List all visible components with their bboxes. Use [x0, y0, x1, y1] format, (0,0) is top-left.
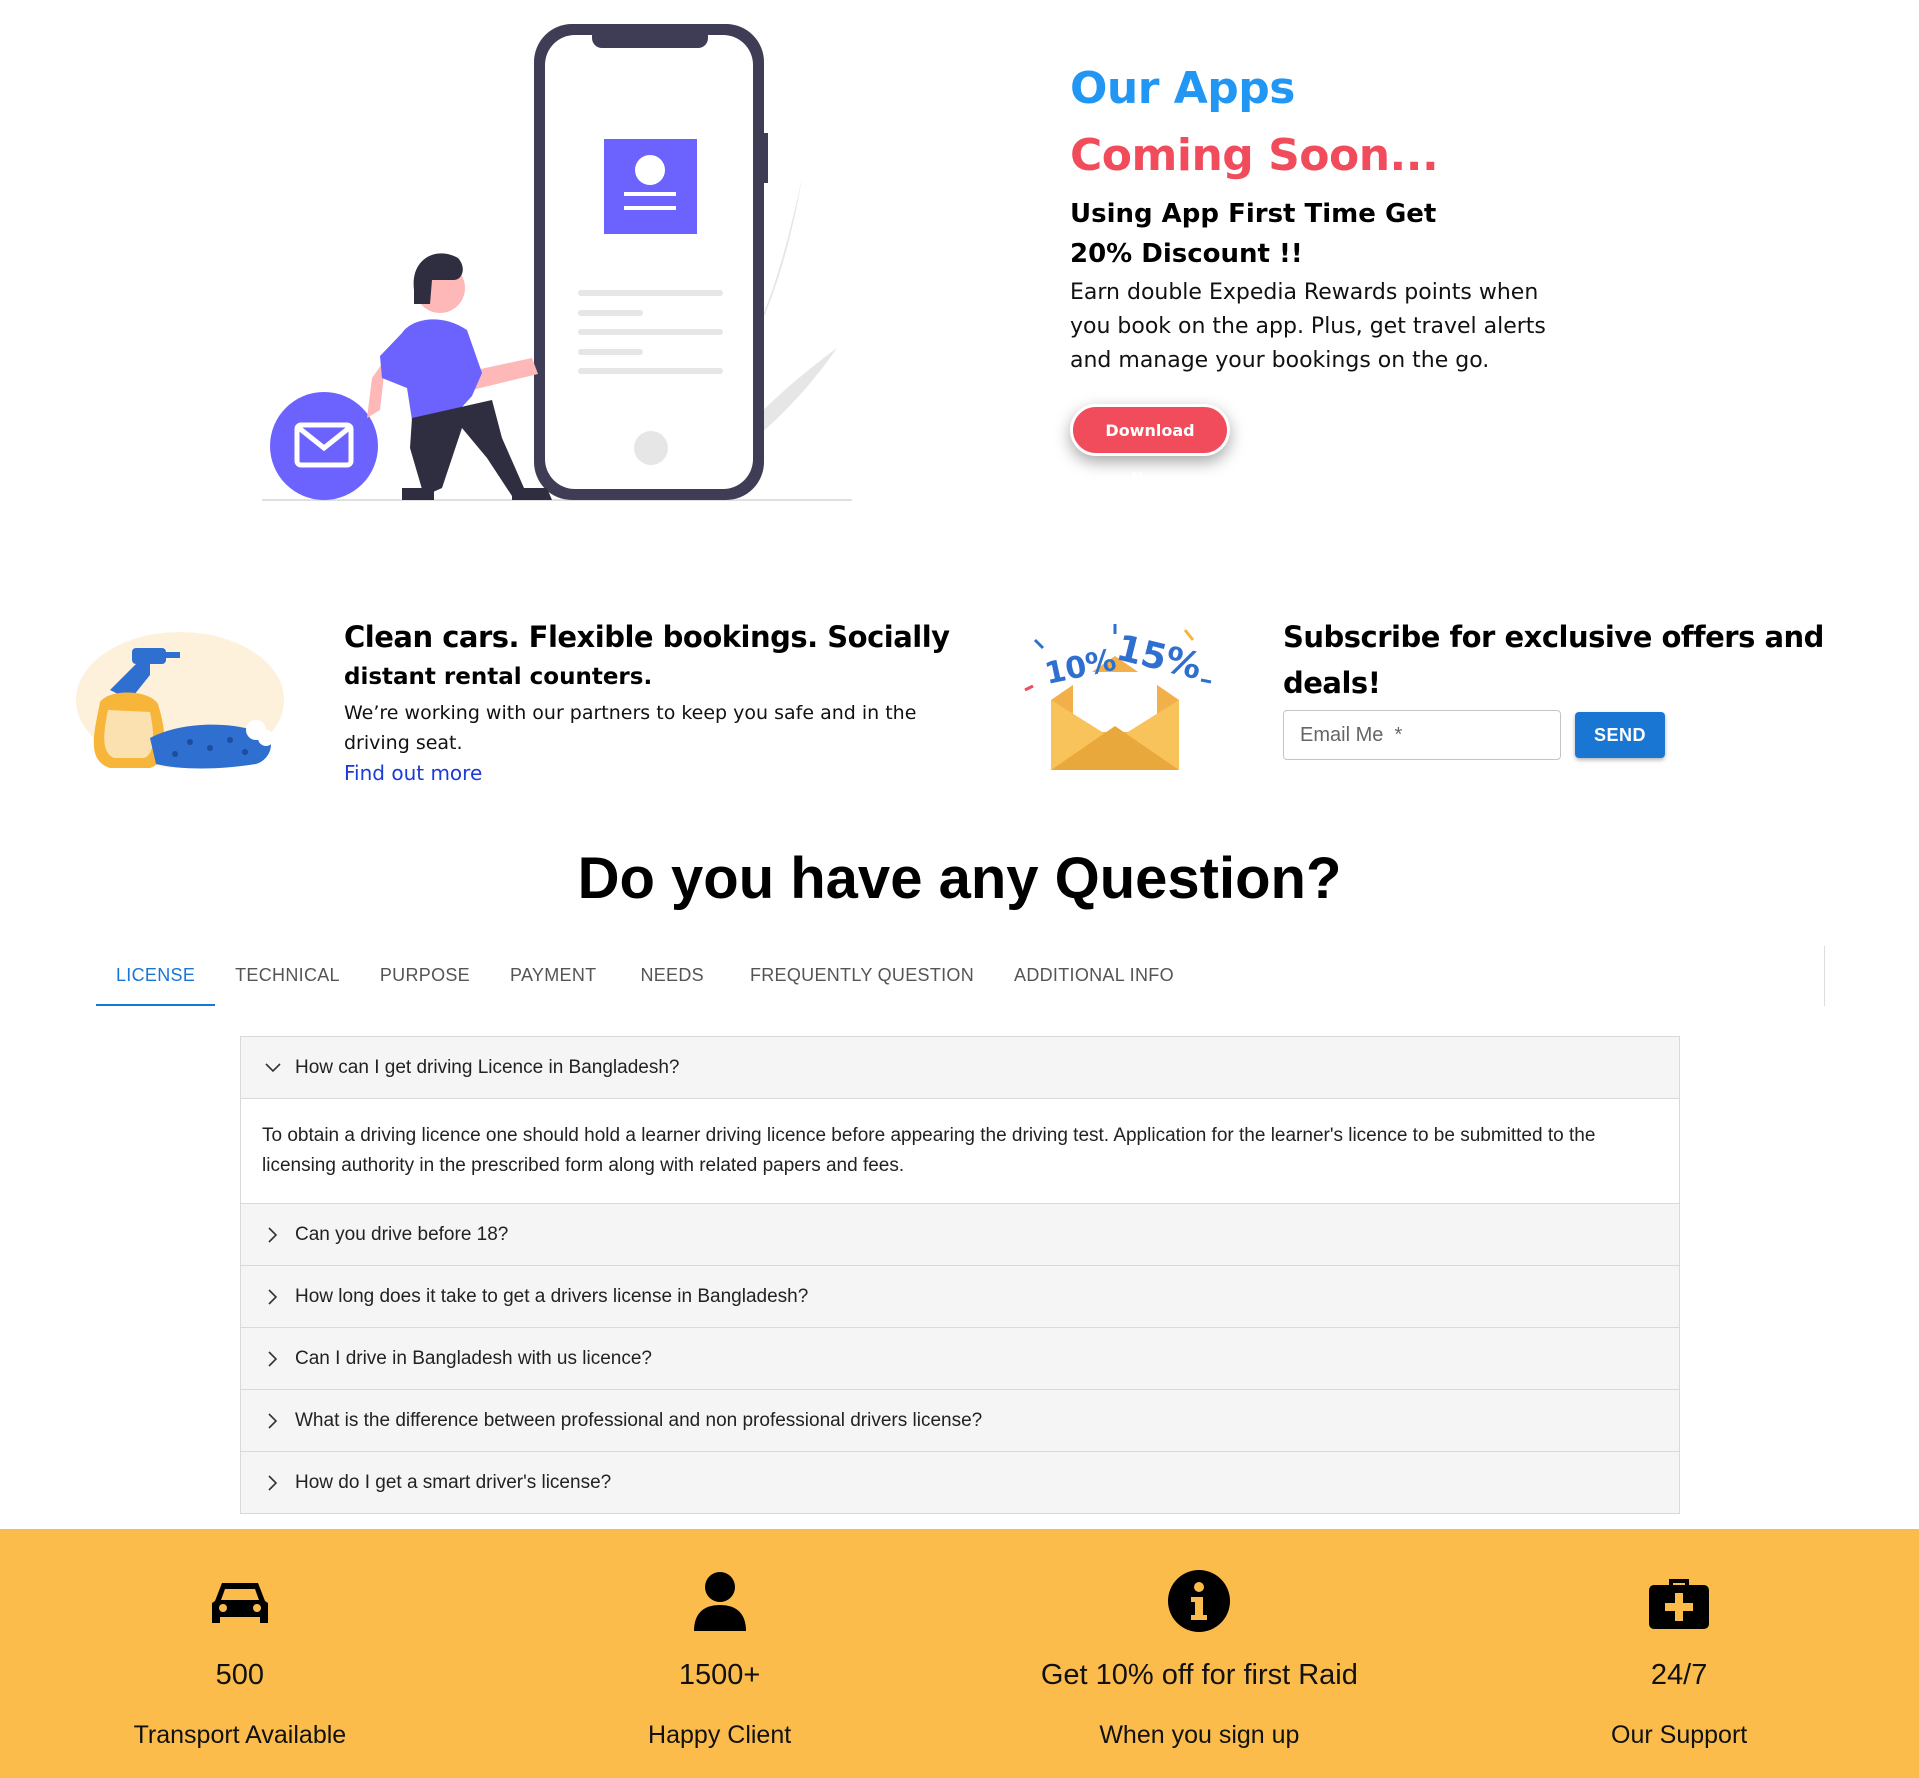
faq-question: Can I drive in Bangladesh with us licenc…	[295, 1347, 652, 1369]
stat-label: Our Support	[1611, 1721, 1748, 1749]
faq-accordion: How can I get driving Licence in Banglad…	[240, 1036, 1680, 1514]
clean-cars-description: We’re working with our partners to keep …	[344, 702, 917, 754]
faq-item: Can you drive before 18?	[241, 1204, 1679, 1266]
chevron-right-icon	[261, 1473, 285, 1493]
info-icon	[1168, 1570, 1231, 1632]
faq-question-header[interactable]: How do I get a smart driver's license?	[241, 1452, 1679, 1513]
app-section: Our Apps Coming Soon... Using App First …	[0, 0, 1919, 560]
stat-value: 24/7	[1650, 1659, 1708, 1691]
car-icon	[211, 1583, 268, 1623]
faq-item: How long does it take to get a drivers l…	[241, 1266, 1679, 1328]
faq-question-header[interactable]: How long does it take to get a drivers l…	[241, 1266, 1679, 1327]
faq-question-header[interactable]: What is the difference between professio…	[241, 1390, 1679, 1451]
stat-discount: Get 10% off for first Raid When you sign…	[960, 1529, 1440, 1778]
find-out-more-link[interactable]: Find out more	[344, 758, 482, 788]
chevron-right-icon	[261, 1349, 285, 1369]
tabs-scroll-divider	[1824, 946, 1825, 1006]
phone-illustration	[262, 24, 852, 501]
stat-label: Happy Client	[648, 1721, 792, 1749]
faq-question-header[interactable]: How can I get driving Licence in Banglad…	[241, 1037, 1679, 1098]
faq-question: Can you drive before 18?	[295, 1223, 509, 1245]
subscribe-form: SEND	[1283, 710, 1883, 760]
stat-label: Transport Available	[133, 1721, 347, 1749]
first-aid-icon	[1649, 1579, 1710, 1629]
tab-license[interactable]: LICENSE	[96, 940, 216, 1006]
stat-value: Get 10% off for first Raid	[1040, 1659, 1358, 1691]
clean-cars-promo: Clean cars. Flexible bookings. Socially …	[344, 614, 964, 788]
chevron-right-icon	[261, 1411, 285, 1431]
app-description: Earn double Expedia Rewards points when …	[1070, 280, 1546, 373]
chevron-right-icon	[261, 1287, 285, 1307]
tab-payment[interactable]: PAYMENT	[490, 940, 620, 1006]
download-now-button[interactable]: Download Now	[1070, 404, 1230, 488]
app-title: Our Apps	[1070, 63, 1295, 114]
app-promo-text: Our Apps Coming Soon... Using App First …	[1070, 58, 1590, 489]
tab-additional-info[interactable]: ADDITIONAL INFO	[994, 940, 1194, 1006]
chevron-down-icon	[261, 1058, 285, 1078]
stat-transport: 500 Transport Available	[0, 1529, 480, 1778]
user-icon	[693, 1572, 746, 1631]
coming-soon-title: Coming Soon...	[1070, 130, 1439, 181]
cleaning-spray-illustration	[76, 632, 284, 769]
tab-needs[interactable]: NEEDS	[620, 940, 730, 1006]
faq-heading: Do you have any Question?	[577, 846, 1342, 911]
tab-purpose[interactable]: PURPOSE	[360, 940, 490, 1006]
stats-bar: 500 Transport Available 1500+ Happy Clie…	[0, 1529, 1919, 1778]
faq-item: What is the difference between professio…	[241, 1390, 1679, 1452]
chevron-right-icon	[261, 1225, 285, 1245]
subscribe-title: Subscribe for exclusive offers and deals…	[1283, 620, 1824, 700]
faq-question: How long does it take to get a drivers l…	[295, 1285, 809, 1307]
stat-value: 1500+	[678, 1659, 761, 1691]
discount-envelope-illustration: 10% 15%	[1024, 624, 1212, 770]
faq-question: How can I get driving Licence in Banglad…	[295, 1056, 680, 1078]
send-button[interactable]: SEND	[1575, 712, 1665, 758]
stat-clients: 1500+ Happy Client	[480, 1529, 960, 1778]
faq-item: Can I drive in Bangladesh with us licenc…	[241, 1328, 1679, 1390]
stat-value: 500	[215, 1659, 265, 1691]
faq-tabs: LICENSE TECHNICAL PURPOSE PAYMENT NEEDS …	[96, 940, 1194, 1006]
promo-row: Clean cars. Flexible bookings. Socially …	[0, 600, 1919, 800]
faq-question-header[interactable]: Can you drive before 18?	[241, 1204, 1679, 1265]
app-discount-text: Using App First Time Get 20% Discount !!	[1070, 199, 1437, 269]
faq-question-header[interactable]: Can I drive in Bangladesh with us licenc…	[241, 1328, 1679, 1389]
stat-label: When you sign up	[1099, 1721, 1300, 1749]
faq-answer: To obtain a driving licence one should h…	[241, 1098, 1679, 1203]
subscribe-promo: Subscribe for exclusive offers and deals…	[1283, 614, 1883, 760]
email-input[interactable]	[1283, 710, 1561, 760]
faq-question: What is the difference between professio…	[295, 1409, 983, 1431]
faq-item: How can I get driving Licence in Banglad…	[241, 1037, 1679, 1204]
tab-frequently-question[interactable]: FREQUENTLY QUESTION	[730, 940, 994, 1006]
clean-cars-subtitle: distant rental counters.	[344, 664, 653, 690]
clean-cars-title: Clean cars. Flexible bookings. Socially	[344, 620, 950, 654]
tab-technical[interactable]: TECHNICAL	[215, 940, 360, 1006]
faq-question: How do I get a smart driver's license?	[295, 1471, 612, 1493]
stat-support: 24/7 Our Support	[1439, 1529, 1919, 1778]
faq-item: How do I get a smart driver's license?	[241, 1452, 1679, 1513]
